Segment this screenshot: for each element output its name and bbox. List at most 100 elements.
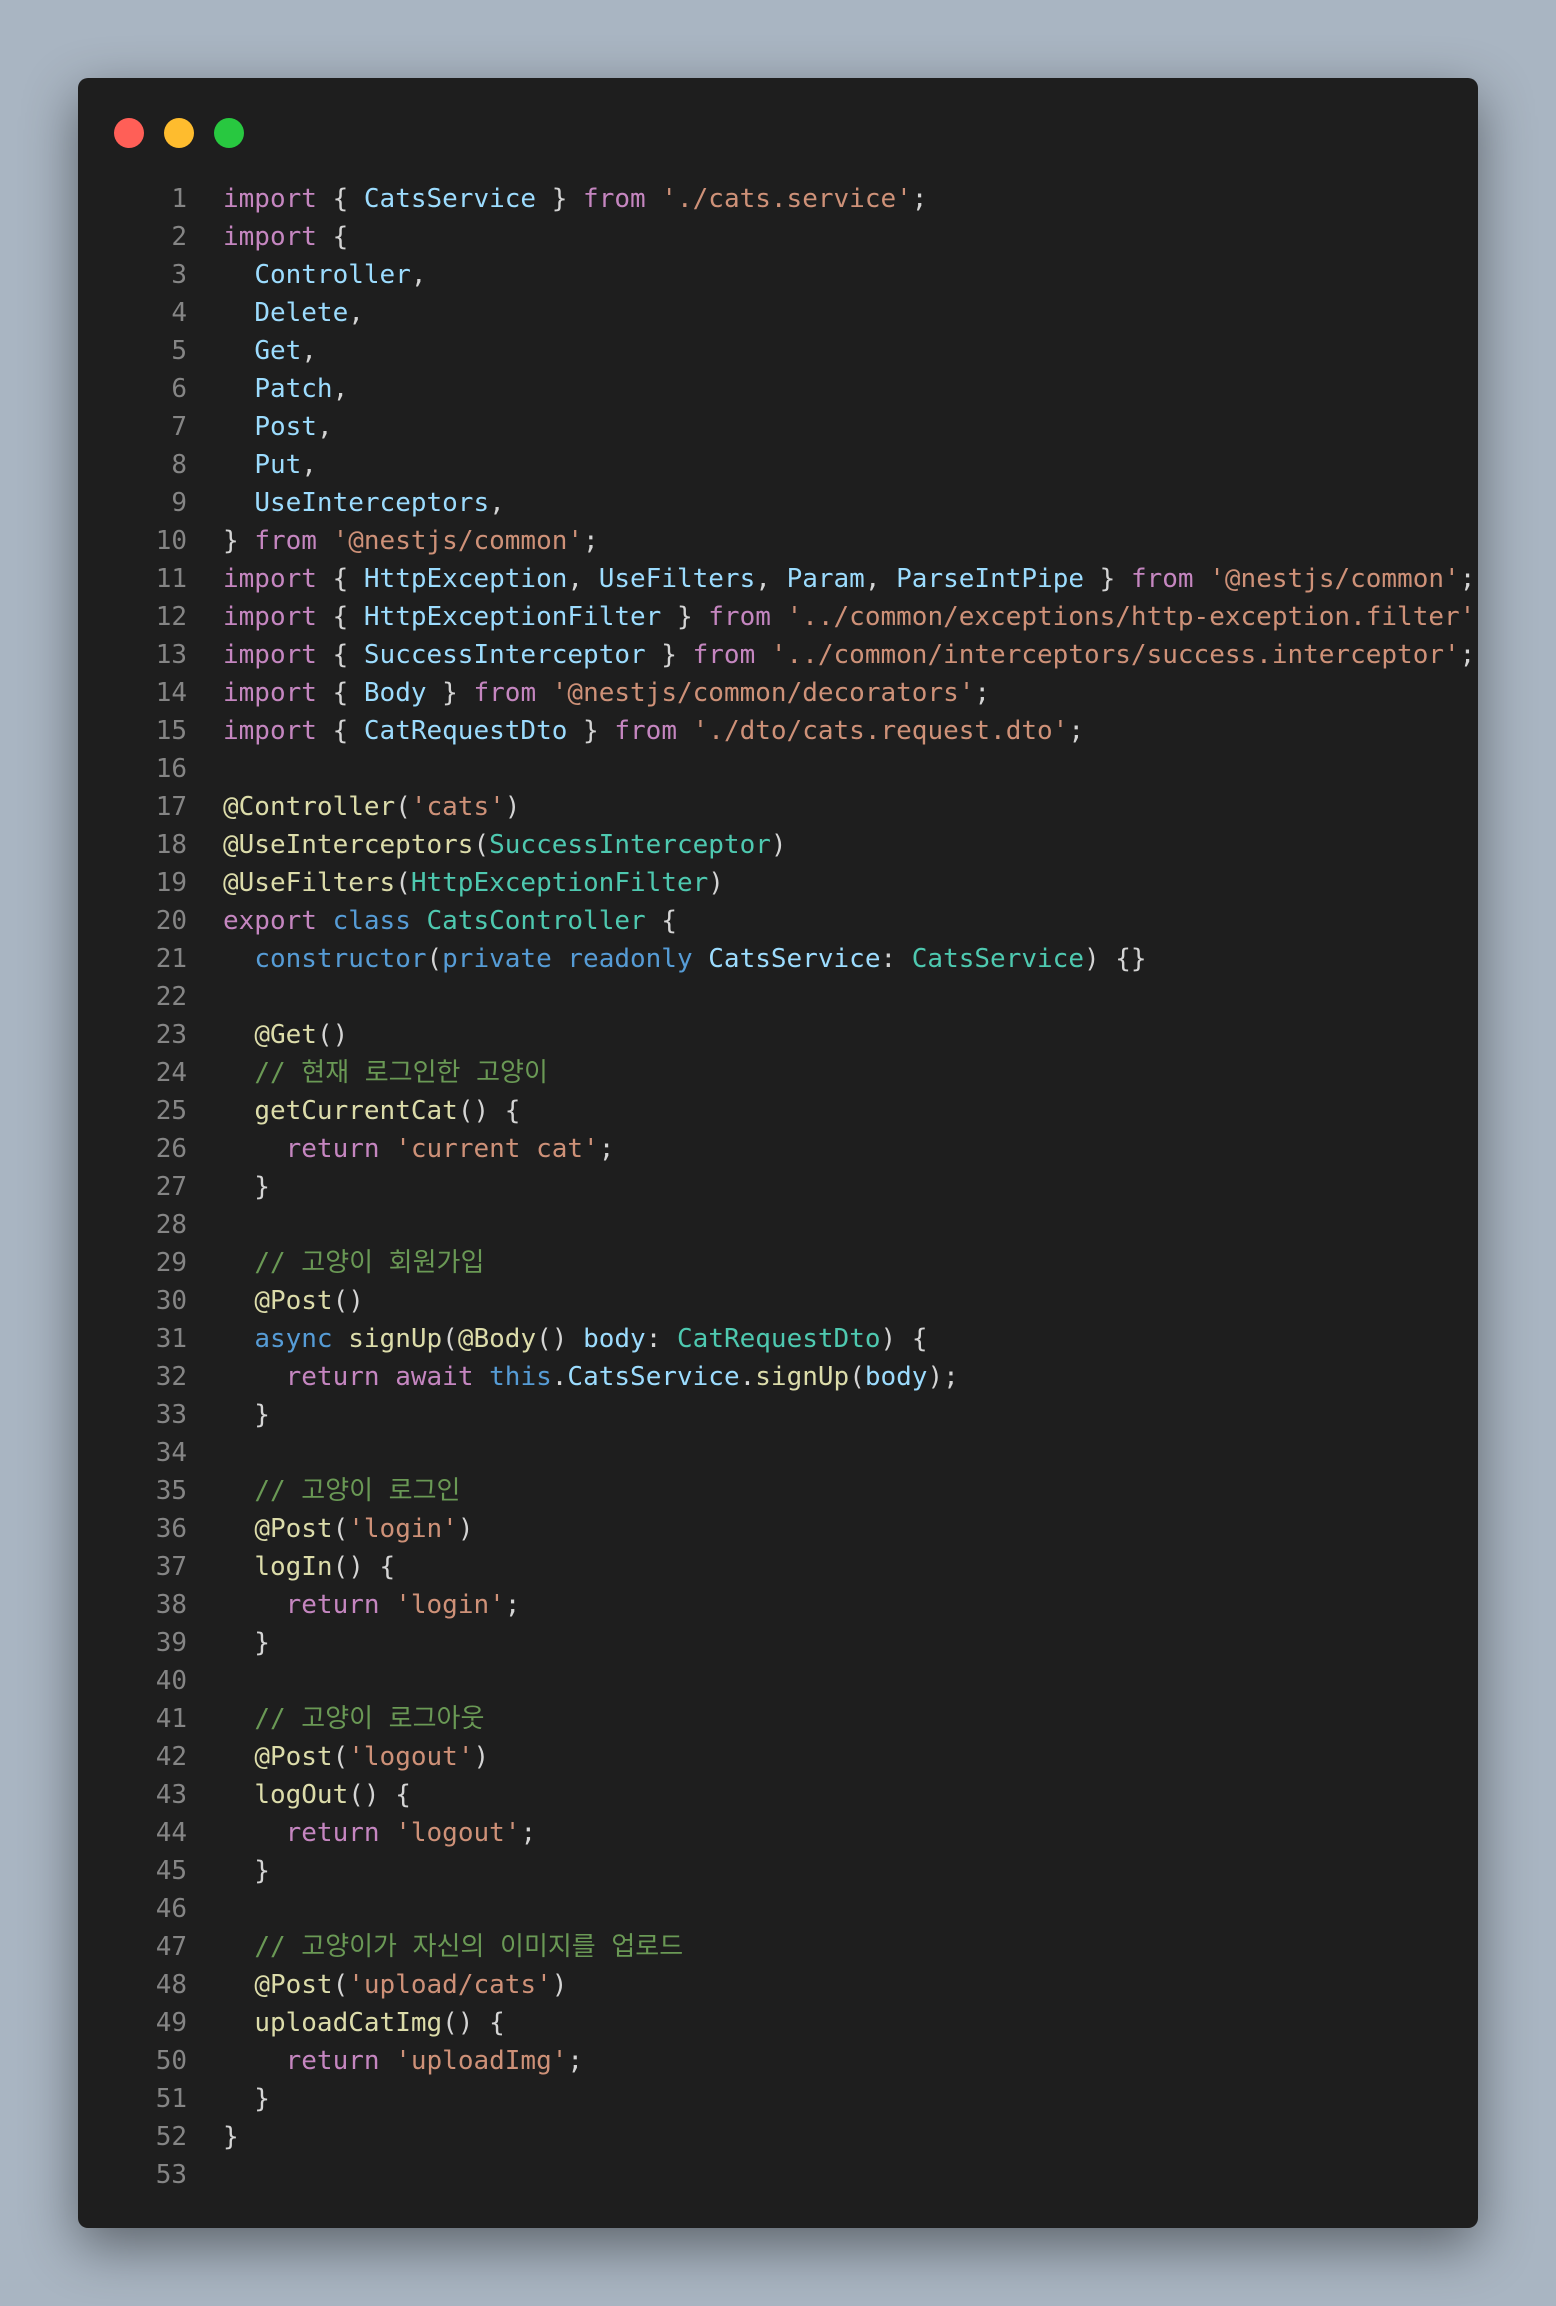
code-token: Body <box>363 678 427 708</box>
code-token: ; <box>598 1134 615 1164</box>
code-token: 'logout' <box>395 1818 521 1848</box>
code-token: 'login' <box>395 1590 505 1620</box>
code-token: ) {} <box>1083 944 1147 974</box>
line-source: Post, <box>223 408 332 446</box>
line-number: 22 <box>155 982 187 1012</box>
line-number: 38 <box>155 1590 187 1620</box>
code-line: 8 Put, <box>78 446 1478 484</box>
code-token: // 고양이 로그아웃 <box>254 1704 485 1734</box>
line-number: 10 <box>155 526 187 556</box>
line-number: 7 <box>171 412 187 442</box>
line-number: 40 <box>155 1666 187 1696</box>
code-line: 3 Controller, <box>78 256 1478 294</box>
code-line: 9 UseInterceptors, <box>78 484 1478 522</box>
line-source: logOut() { <box>223 1776 411 1814</box>
line-source: return 'logout'; <box>223 1814 536 1852</box>
code-token: import <box>223 640 317 670</box>
code-token: () { <box>348 1780 411 1810</box>
code-line: 11 import { HttpException, UseFilters, Pa… <box>78 560 1478 598</box>
code-token: } <box>223 2084 270 2114</box>
code-token: ; <box>567 2046 584 2076</box>
minimize-window-button[interactable] <box>164 118 194 148</box>
line-number: 52 <box>155 2122 187 2152</box>
line-source: constructor(private readonly CatsService… <box>223 940 1147 978</box>
code-token: , <box>301 336 317 366</box>
code-token: } <box>567 716 615 746</box>
code-token: Param <box>786 564 865 594</box>
code-line: 53 <box>78 2156 1478 2194</box>
code-token: await <box>395 1362 474 1392</box>
code-token: } <box>645 640 693 670</box>
code-line: 45 } <box>78 1852 1478 1890</box>
line-number: 4 <box>171 298 187 328</box>
line-number: 12 <box>155 602 187 632</box>
code-token: , <box>489 488 505 518</box>
code-token: import <box>223 222 317 252</box>
code-token: '@nestjs/common/decorators' <box>551 678 975 708</box>
line-number: 25 <box>155 1096 187 1126</box>
line-number: 31 <box>155 1324 187 1354</box>
line-number: 13 <box>155 640 187 670</box>
code-token: HttpExceptionFilter <box>363 602 662 632</box>
line-source: import { CatRequestDto } from './dto/cat… <box>223 712 1084 750</box>
code-token: return <box>285 2046 380 2076</box>
line-number: 26 <box>155 1134 187 1164</box>
line-number: 16 <box>155 754 187 784</box>
code-token: Patch <box>254 374 333 404</box>
code-token: { <box>316 716 364 746</box>
maximize-window-button[interactable] <box>214 118 244 148</box>
code-token: : <box>645 1324 678 1354</box>
line-source: Patch, <box>223 370 348 408</box>
code-token: // 현재 로그인한 고양이 <box>254 1058 548 1088</box>
code-token: ; <box>1459 640 1476 670</box>
code-line: 21 constructor(private readonly CatsServ… <box>78 940 1478 978</box>
code-token: private <box>442 944 552 974</box>
code-token: @Post <box>254 1970 333 2000</box>
code-line: 39 } <box>78 1624 1478 1662</box>
line-number: 44 <box>155 1818 187 1848</box>
code-token: import <box>223 184 317 214</box>
code-token: '@nestjs/common' <box>332 526 584 556</box>
code-token: CatsService <box>567 1362 740 1392</box>
code-token: '../common/exceptions/http-exception.fil… <box>786 602 1476 632</box>
code-token: { <box>316 564 364 594</box>
line-number: 46 <box>155 1894 187 1924</box>
code-token: 'uploadImg' <box>395 2046 568 2076</box>
code-token: . <box>739 1362 756 1392</box>
code-line: 5 Get, <box>78 332 1478 370</box>
code-token: from <box>583 184 646 214</box>
code-token: HttpException <box>363 564 568 594</box>
line-source: } from '@nestjs/common'; <box>223 522 599 560</box>
line-number: 37 <box>155 1552 187 1582</box>
line-number: 39 <box>155 1628 187 1658</box>
close-window-button[interactable] <box>114 118 144 148</box>
code-line: 1 import { CatsService } from './cats.ser… <box>78 180 1478 218</box>
code-line: 38 return 'login'; <box>78 1586 1478 1624</box>
line-source: import { CatsService } from './cats.serv… <box>223 180 927 218</box>
line-number: 48 <box>155 1970 187 2000</box>
code-token: ) <box>770 830 787 860</box>
code-token: HttpExceptionFilter <box>410 868 709 898</box>
code-token: @Body <box>457 1324 537 1354</box>
code-line: 37 logIn() { <box>78 1548 1478 1586</box>
line-number: 6 <box>171 374 187 404</box>
line-source: @Controller('cats') <box>223 788 520 826</box>
code-line: 15 import { CatRequestDto } from './dto/c… <box>78 712 1478 750</box>
line-source: uploadCatImg() { <box>223 2004 504 2042</box>
code-token: ) <box>473 1742 490 1772</box>
code-token: class <box>332 906 411 936</box>
